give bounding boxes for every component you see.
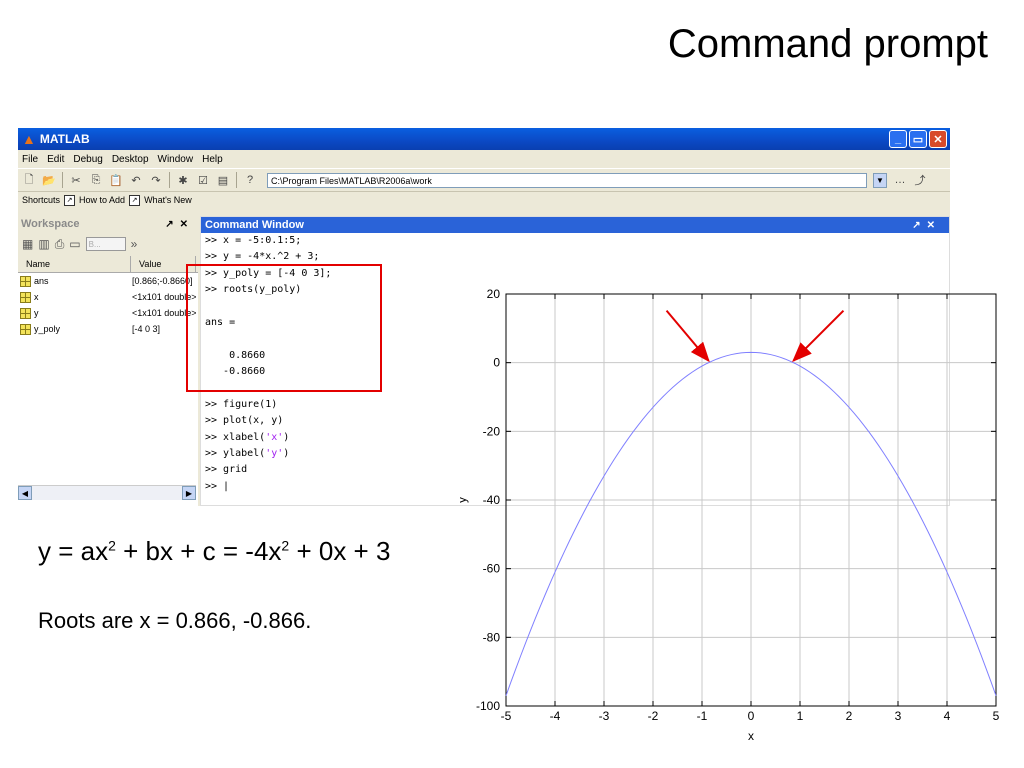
toolbar-divider	[62, 172, 63, 188]
help-icon[interactable]: ?	[243, 173, 257, 187]
chevron-down-icon[interactable]: ▼	[873, 172, 887, 188]
matlab-logo-icon: ▲	[22, 131, 36, 147]
copy-icon[interactable]: ⎘	[89, 173, 103, 187]
guide-icon[interactable]: ☑	[196, 173, 210, 187]
profiler-icon[interactable]: ▤	[216, 173, 230, 187]
x-tick-label: -5	[501, 709, 512, 723]
parabola-plot: -5 -4 -3 -2 -1 0 1 2 3 4 5 -100 -80 -60 -40 -20 0 20 x y	[460, 278, 1024, 768]
y-tick-label: -40	[483, 493, 501, 507]
workspace-toolbar: ▦ ▥ ⎙ ▭ B... »	[18, 232, 198, 256]
panel-controls[interactable]: ↗✕	[165, 219, 198, 230]
workspace-header: Workspace ↗✕	[18, 216, 198, 232]
whats-new-link[interactable]: What's New	[144, 195, 192, 205]
table-row[interactable]: y <1x101 double>	[18, 305, 198, 321]
x-tick-label: -1	[697, 709, 708, 723]
x-tick-label: 0	[748, 709, 755, 723]
panel-controls[interactable]: ↗✕	[912, 220, 949, 231]
new-file-icon[interactable]: 🗋	[22, 173, 36, 187]
y-tick-label: -80	[483, 630, 501, 644]
command-window-header: Command Window ↗✕	[201, 217, 949, 233]
variable-grid-icon	[20, 307, 31, 319]
y-tick-label: -60	[483, 562, 501, 576]
variable-grid-icon	[20, 291, 31, 303]
close-icon[interactable]: ✕	[929, 130, 947, 148]
y-axis-label: y	[460, 497, 469, 503]
plot-svg: -5 -4 -3 -2 -1 0 1 2 3 4 5 -100 -80 -60 -40 -20 0 20 x y	[460, 287, 1000, 743]
slide-title: Command prompt	[667, 22, 988, 66]
scroll-left-icon[interactable]: ◀	[18, 486, 32, 500]
y-tick-label: -100	[476, 699, 500, 713]
x-tick-label: 5	[993, 709, 1000, 723]
up-folder-icon[interactable]: ⤴	[913, 173, 927, 187]
x-tick-label: 3	[895, 709, 902, 723]
y-tick-label: 0	[493, 356, 500, 370]
command-window-title: Command Window	[205, 219, 304, 231]
roots-highlight-box	[186, 264, 382, 392]
import-data-icon[interactable]: ⎙	[55, 237, 65, 252]
workspace-columns: Name Value	[18, 256, 198, 273]
name-column-header[interactable]: Name	[18, 256, 131, 272]
x-tick-label: -4	[550, 709, 561, 723]
how-to-add-link[interactable]: How to Add	[79, 195, 125, 205]
variable-name: y_poly	[34, 324, 61, 334]
quadratic-equation: y = ax2 + bx + c = -4x2 + 0x + 3	[38, 536, 391, 566]
open-variable-icon[interactable]: ▥	[38, 237, 49, 251]
shortcuts-label: Shortcuts	[22, 195, 61, 205]
redo-icon[interactable]: ↷	[149, 173, 163, 187]
menu-edit[interactable]: Edit	[47, 154, 64, 165]
more-icon[interactable]: »	[131, 237, 138, 251]
y-tick-label: 20	[487, 287, 501, 301]
variable-grid-icon	[20, 323, 31, 335]
cut-icon[interactable]: ✂	[69, 173, 83, 187]
menu-bar: File Edit Debug Desktop Window Help	[18, 150, 950, 168]
minimize-icon[interactable]: _	[889, 130, 907, 148]
undo-icon[interactable]: ↶	[129, 173, 143, 187]
browse-folder-icon[interactable]: …	[893, 173, 907, 187]
paste-icon[interactable]: 📋	[109, 173, 123, 187]
x-tick-label: 4	[944, 709, 951, 723]
table-row[interactable]: x <1x101 double>	[18, 289, 198, 305]
menu-help[interactable]: Help	[202, 154, 223, 165]
horizontal-scrollbar[interactable]: ◀ ▶	[18, 485, 196, 500]
shortcut-icon: ↗	[129, 194, 141, 206]
menu-desktop[interactable]: Desktop	[112, 154, 149, 165]
menu-debug[interactable]: Debug	[73, 154, 102, 165]
menu-window[interactable]: Window	[158, 154, 194, 165]
simulink-icon[interactable]: ✱	[176, 173, 190, 187]
shortcut-icon: ↗	[64, 194, 76, 206]
current-directory-input[interactable]: C:\Program Files\MATLAB\R2006a\work	[267, 172, 867, 188]
plot-icon[interactable]: ▭	[69, 237, 80, 251]
x-tick-label: 2	[846, 709, 853, 723]
toolbar-divider	[169, 172, 170, 188]
y-tick-label: -20	[483, 424, 501, 438]
workspace-panel: Workspace ↗✕ ▦ ▥ ⎙ ▭ B... » Name Value a…	[18, 216, 200, 506]
shortcuts-bar: Shortcuts ↗ How to Add ↗ What's New	[18, 192, 950, 208]
variable-name: x	[34, 292, 39, 302]
variable-name: y	[34, 308, 39, 318]
workspace-title: Workspace	[21, 218, 80, 230]
window-title: MATLAB	[39, 132, 90, 146]
open-folder-icon[interactable]: 📂	[42, 173, 56, 187]
new-variable-icon[interactable]: ▦	[22, 237, 33, 251]
x-tick-label: -2	[648, 709, 659, 723]
toolbar-divider	[236, 172, 237, 188]
window-titlebar: ▲ MATLAB _ ▭ ✕	[18, 128, 950, 150]
scroll-right-icon[interactable]: ▶	[182, 486, 196, 500]
table-row[interactable]: ans [0.866;-0.8660]	[18, 273, 198, 289]
maximize-icon[interactable]: ▭	[909, 130, 927, 148]
table-row[interactable]: y_poly [-4 0 3]	[18, 321, 198, 337]
base-workspace-select[interactable]: B...	[85, 237, 126, 251]
annotation-arrow	[792, 309, 845, 363]
variable-grid-icon	[20, 275, 31, 287]
variable-name: ans	[34, 276, 49, 286]
command-line: >> x = -5:0.1:5;	[205, 235, 302, 246]
menu-file[interactable]: File	[22, 154, 38, 165]
x-axis-label: x	[748, 729, 754, 743]
roots-text: Roots are x = 0.866, -0.866.	[38, 608, 312, 633]
main-toolbar: 🗋 📂 ✂ ⎘ 📋 ↶ ↷ ✱ ☑ ▤ ? C:\Program Files\M…	[18, 168, 950, 192]
x-tick-label: 1	[797, 709, 804, 723]
x-tick-label: -3	[599, 709, 610, 723]
